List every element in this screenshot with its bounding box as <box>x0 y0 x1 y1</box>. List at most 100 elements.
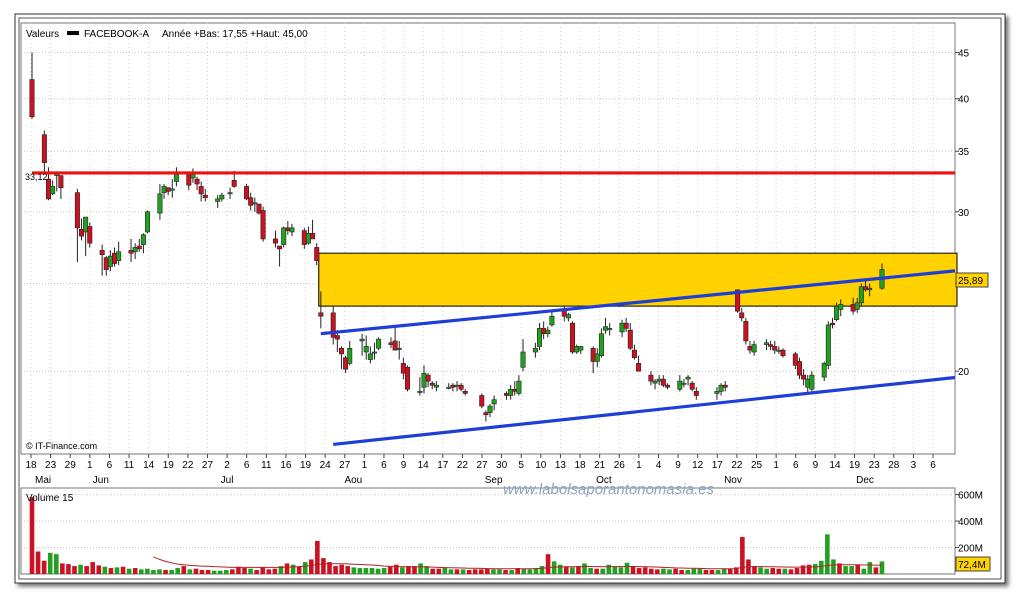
volume-bar <box>53 554 59 574</box>
candle-body <box>792 353 798 366</box>
volume-bar <box>345 566 351 574</box>
legend-year-stats: Année +Bas: 17,55 +Haut: 45,00 <box>162 29 308 40</box>
resistance-level-label: 33,12 <box>25 172 48 182</box>
candle-body <box>565 314 571 319</box>
candle-body <box>87 226 93 244</box>
candle-body <box>132 247 138 253</box>
volume-tick-label: 200M <box>958 544 983 555</box>
volume-bar <box>333 566 338 574</box>
candle-body <box>537 328 543 347</box>
candle-body <box>128 250 134 254</box>
volume-bar <box>624 562 630 574</box>
candle <box>260 206 266 242</box>
candle <box>570 321 576 354</box>
candle-body <box>532 347 538 353</box>
volume-bar <box>199 570 205 574</box>
volume-bar <box>193 568 199 574</box>
volume-bar <box>794 568 800 574</box>
volume-bar <box>715 570 721 574</box>
day-tick-label: 19 <box>849 460 861 471</box>
candle-body <box>388 342 394 345</box>
volume-bar <box>582 563 587 574</box>
volume-tick-label: 600M <box>958 491 983 502</box>
candle-body <box>74 192 80 229</box>
candle-body <box>570 322 576 353</box>
day-tick-label: 27 <box>202 460 214 471</box>
volume-bar <box>570 567 575 574</box>
volume-bar <box>478 569 484 574</box>
volume-title: Volume 15 <box>26 493 74 504</box>
candle-body <box>590 347 596 362</box>
volume-bar <box>703 570 709 574</box>
candle-body <box>598 333 604 357</box>
candle-body <box>29 79 35 118</box>
day-tick-label: 14 <box>829 460 841 471</box>
candle-body <box>58 175 64 188</box>
volume-panel <box>20 487 956 575</box>
candle-body <box>429 382 435 386</box>
candle-body <box>747 346 753 351</box>
candle-body <box>487 405 493 413</box>
month-label: Jul <box>221 475 234 486</box>
volume-bar <box>205 570 211 574</box>
candle-body <box>260 210 266 240</box>
candle-body <box>404 366 410 390</box>
candle-body <box>231 180 237 187</box>
candle-body <box>252 202 258 205</box>
volume-bar <box>849 566 854 574</box>
candle-body <box>677 380 683 390</box>
day-tick-label: 22 <box>182 460 194 471</box>
volume-bar <box>84 566 89 574</box>
day-tick-label: 6 <box>793 460 799 471</box>
candle-body <box>198 186 204 195</box>
price-tick-label: 30 <box>958 208 970 219</box>
volume-bar <box>114 567 120 574</box>
legend-values-label: Valeurs <box>26 29 59 40</box>
candle-body <box>54 174 60 176</box>
day-tick-label: 14 <box>143 460 155 471</box>
candle-body <box>718 384 724 392</box>
day-tick-label: 6 <box>381 460 387 471</box>
candle-body <box>652 380 658 384</box>
candle-body <box>112 252 118 264</box>
volume-bar <box>223 570 229 574</box>
volume-bar <box>175 568 181 574</box>
day-tick-label: 23 <box>45 460 57 471</box>
month-label: Dec <box>856 475 874 486</box>
month-label: Mai <box>35 475 51 486</box>
candle-body <box>631 349 637 358</box>
candle-body <box>796 361 802 376</box>
candle-body <box>421 372 427 388</box>
volume-bar <box>497 569 502 574</box>
day-tick-label: 19 <box>163 460 175 471</box>
candle-body <box>116 251 122 261</box>
volume-bar <box>600 568 606 574</box>
chart-window: 454035302520 600M400M200M 18232916111419… <box>0 0 1020 600</box>
volume-bar <box>242 568 247 574</box>
volume-bar <box>230 569 235 574</box>
candle-body <box>396 347 402 350</box>
volume-bar <box>770 568 776 574</box>
candle-body <box>46 178 52 200</box>
candle <box>281 226 287 248</box>
candle-body <box>371 351 377 354</box>
volume-bar <box>721 568 727 574</box>
volume-bar <box>157 569 162 574</box>
candle-body <box>722 384 728 388</box>
volume-bar <box>29 497 35 574</box>
volume-bar <box>217 570 223 574</box>
volume-bar <box>655 569 660 574</box>
credit-label: © IT-Finance.com <box>26 441 97 451</box>
candle-body <box>858 286 864 304</box>
volume-bar <box>454 569 460 574</box>
candle-body <box>190 174 196 179</box>
volume-bar <box>618 567 624 574</box>
last-price-label: 25,89 <box>958 276 983 287</box>
volume-bar <box>764 568 769 574</box>
candle-body <box>607 328 613 330</box>
volume-bar <box>563 566 569 574</box>
volume-bar <box>41 560 47 574</box>
candle-body <box>504 393 510 396</box>
candle-body <box>215 198 221 202</box>
volume-bar <box>709 570 715 574</box>
